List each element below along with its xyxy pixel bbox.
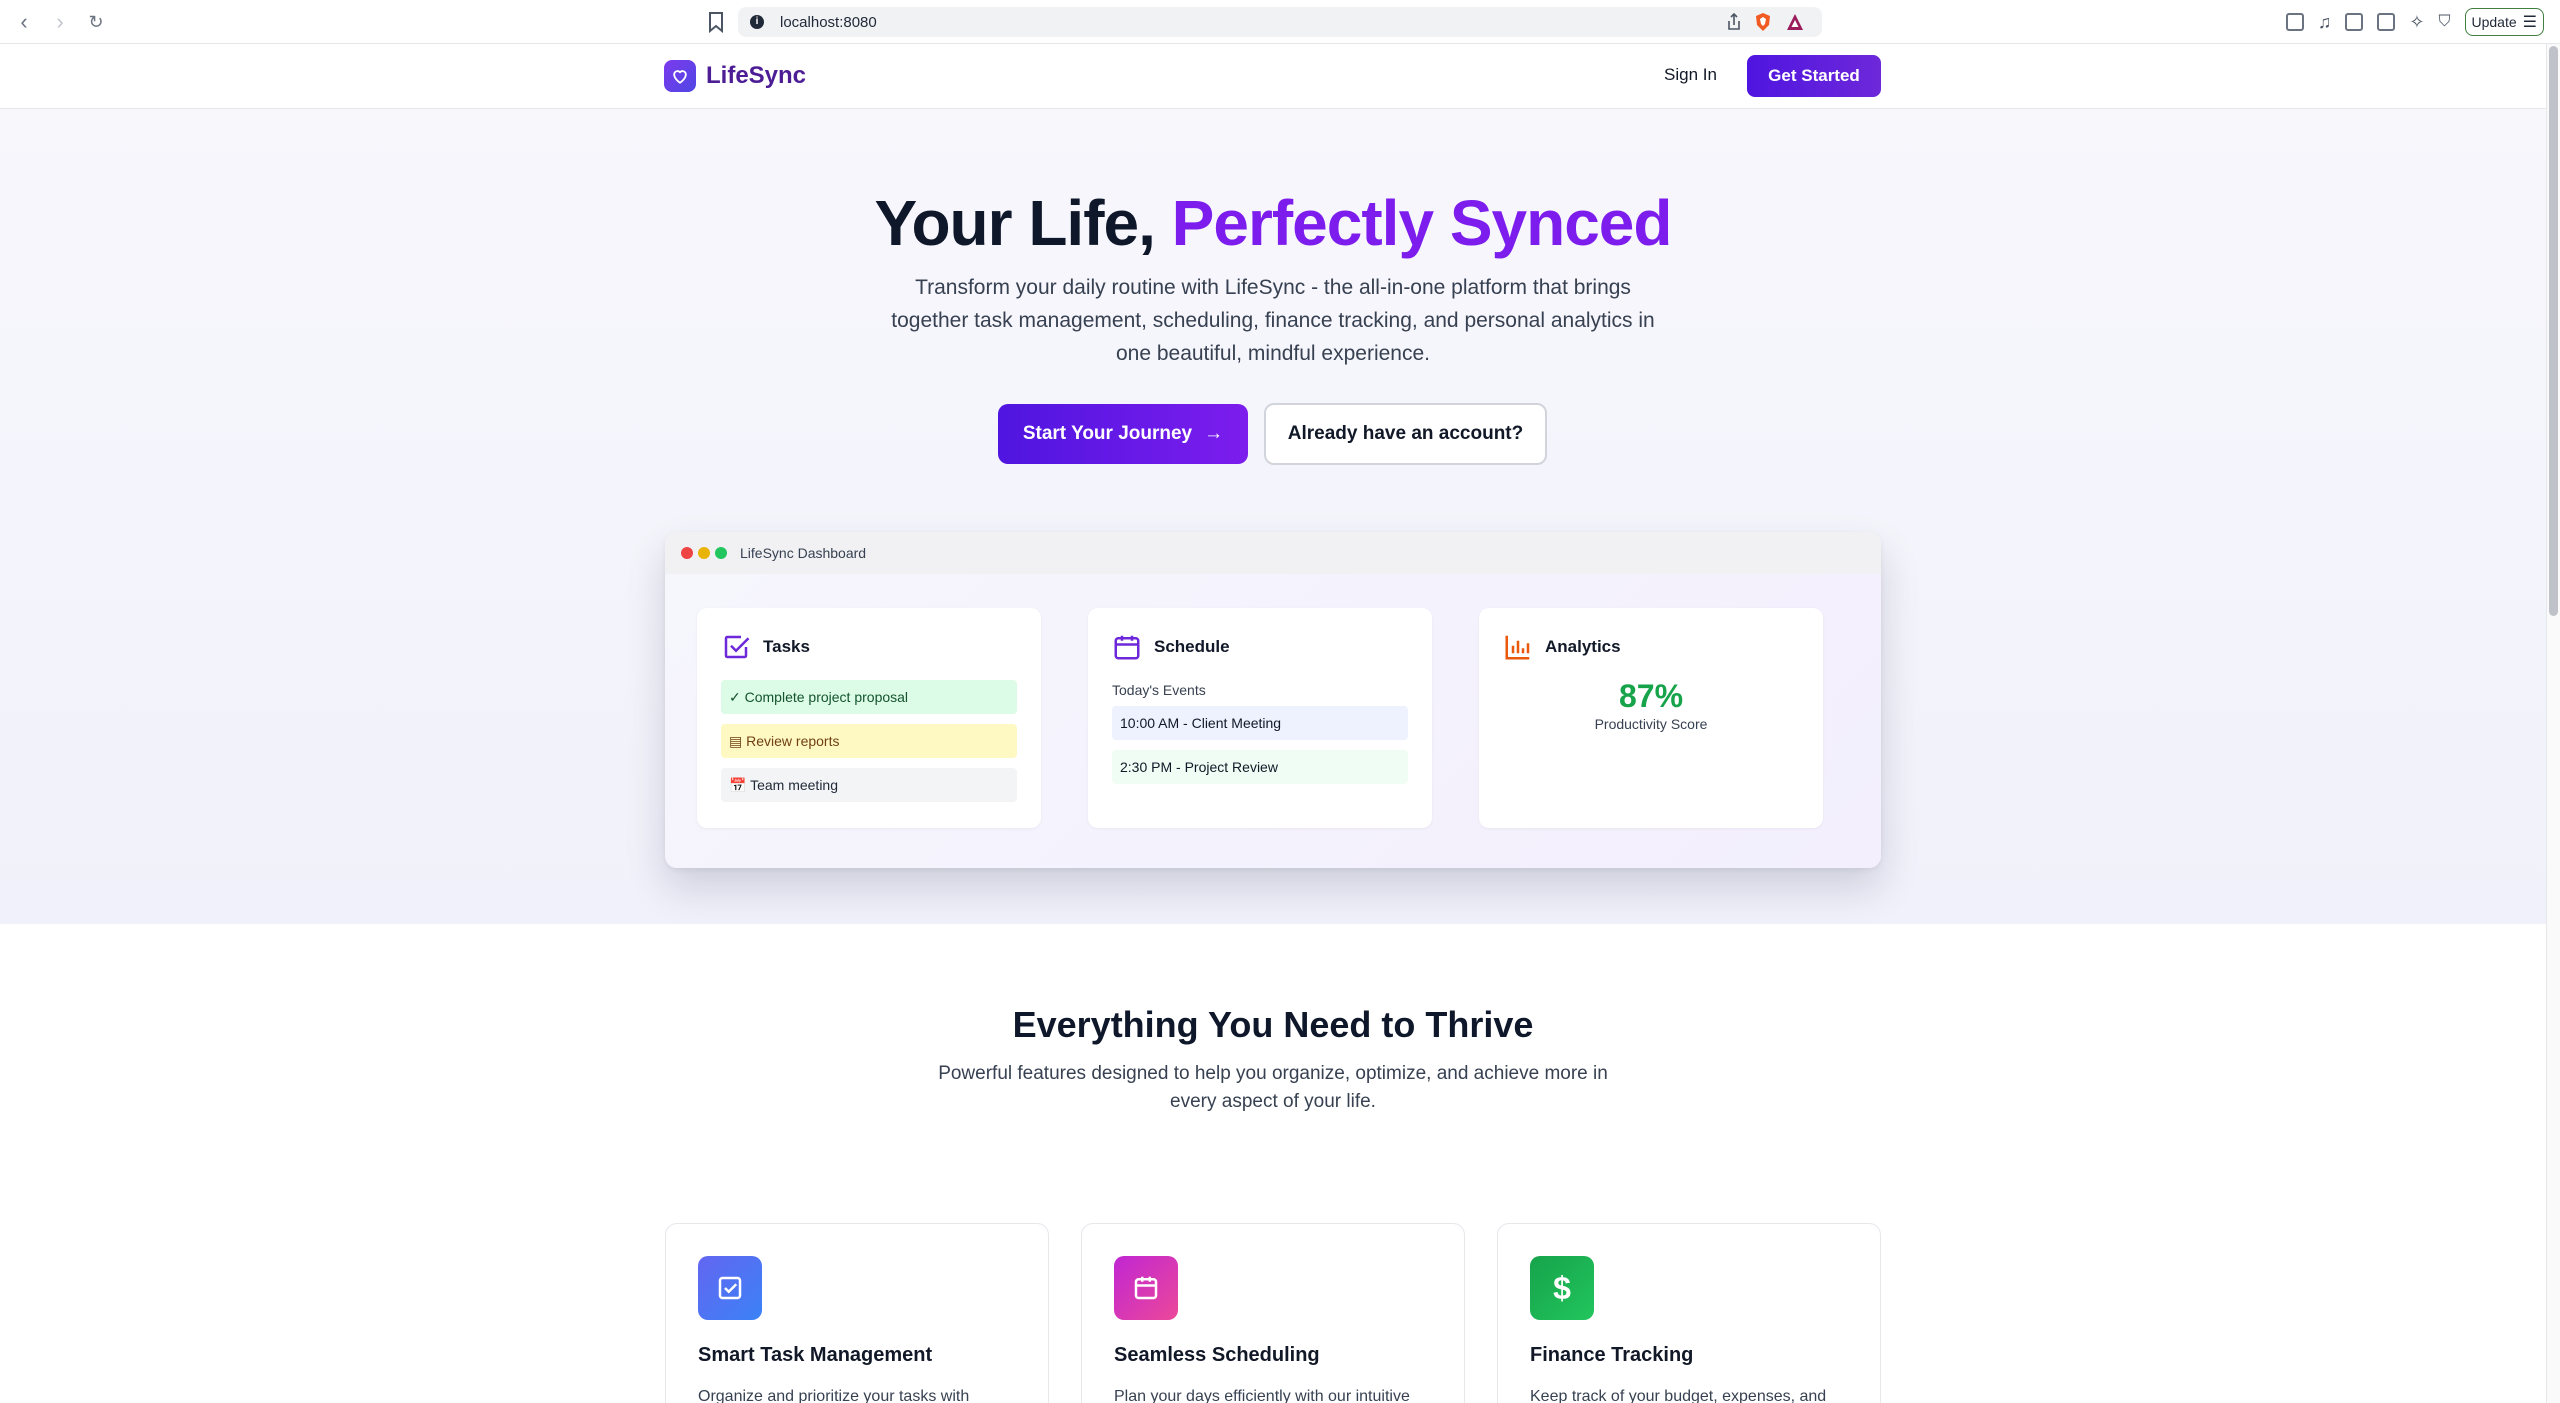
start-journey-button[interactable]: Start Your Journey → xyxy=(998,404,1248,464)
menu-icon: ☰ xyxy=(2522,14,2537,31)
update-label: Update xyxy=(2471,14,2517,30)
task-item[interactable]: ✓ Complete project proposal xyxy=(721,680,1017,714)
rewards-icon[interactable] xyxy=(1786,13,1804,31)
existing-account-button[interactable]: Already have an account? xyxy=(1264,403,1547,465)
productivity-score-label: Productivity Score xyxy=(1594,716,1708,732)
brand-logo[interactable]: LifeSync xyxy=(664,60,806,92)
update-button[interactable]: Update ☰ xyxy=(2464,8,2544,36)
productivity-score: 87% xyxy=(1618,678,1684,714)
forward-icon[interactable]: › xyxy=(50,10,70,33)
reader-mode-icon[interactable] xyxy=(2285,13,2304,31)
dashboard-preview: LifeSync Dashboard Tasks ✓ Complete proj… xyxy=(665,532,1881,868)
brand-name: LifeSync xyxy=(706,62,807,89)
checkbox-icon xyxy=(724,635,750,659)
hero-section: Your Life, Perfectly Synced Transform yo… xyxy=(0,109,2546,924)
features-subheading: Powerful features designed to help you o… xyxy=(938,1063,1608,1112)
tasks-card: Tasks ✓ Complete project proposal ▤ Revi… xyxy=(697,608,1041,828)
tasks-card-title: Tasks xyxy=(763,637,810,656)
site-info-icon[interactable]: i xyxy=(750,15,764,29)
address-bar[interactable]: i localhost:8080 xyxy=(738,7,1822,37)
maximize-dot-icon xyxy=(715,547,727,559)
start-journey-label: Start Your Journey xyxy=(1022,423,1193,444)
sign-in-link[interactable]: Sign In xyxy=(1664,65,1717,85)
sidebar-icon[interactable] xyxy=(2345,13,2364,31)
checkbox-icon xyxy=(698,1256,762,1320)
hero-subtitle: Transform your daily routine with LifeSy… xyxy=(891,276,1655,365)
feature-card-tasks[interactable]: Smart Task Management Organize and prior… xyxy=(665,1223,1049,1403)
hero-title-main: Your Life, xyxy=(874,187,1172,259)
dashboard-titlebar: LifeSync Dashboard xyxy=(665,532,1881,574)
minimize-dot-icon xyxy=(698,547,710,559)
feature-description: Keep track of your budget, expenses, and… xyxy=(1530,1388,1827,1403)
feature-title: Finance Tracking xyxy=(1530,1344,1694,1366)
schedule-card: Schedule Today's Events 10:00 AM - Clien… xyxy=(1088,608,1432,828)
feature-card-finance[interactable]: $ Finance Tracking Keep track of your bu… xyxy=(1497,1223,1881,1403)
heart-icon xyxy=(664,60,696,92)
dashboard-window-title: LifeSync Dashboard xyxy=(740,545,867,561)
bookmark-icon[interactable] xyxy=(706,10,726,34)
event-item[interactable]: 10:00 AM - Client Meeting xyxy=(1112,706,1408,740)
feature-description: Organize and prioritize your tasks with … xyxy=(698,1388,970,1403)
close-dot-icon xyxy=(681,547,693,559)
media-icon[interactable]: ♫ xyxy=(2318,12,2332,33)
vpn-shield-icon[interactable]: ⛉ xyxy=(2438,13,2450,31)
today-events-label: Today's Events xyxy=(1112,682,1206,698)
analytics-card-title: Analytics xyxy=(1545,637,1621,656)
hero-title-accent: Perfectly Synced xyxy=(1171,187,1673,259)
dollar-icon: $ xyxy=(1530,1256,1594,1320)
url-text: localhost:8080 xyxy=(780,13,877,31)
browser-toolbar: ‹ › ↻ i localhost:8080 ♫ ✧ ⛉ Update ☰ xyxy=(0,0,2560,44)
task-item[interactable]: 📅 Team meeting xyxy=(721,768,1017,802)
page-content: LifeSync Sign In Get Started Your Life, … xyxy=(0,44,2546,1403)
feature-title: Seamless Scheduling xyxy=(1114,1344,1320,1366)
calendar-icon xyxy=(1114,635,1140,660)
wallet-icon[interactable] xyxy=(2377,13,2396,31)
event-item[interactable]: 2:30 PM - Project Review xyxy=(1112,750,1408,784)
share-icon[interactable] xyxy=(1726,13,1742,31)
analytics-card: Analytics 87% Productivity Score xyxy=(1479,608,1823,828)
get-started-button[interactable]: Get Started xyxy=(1747,55,1881,97)
feature-card-scheduling[interactable]: Seamless Scheduling Plan your days effic… xyxy=(1081,1223,1465,1403)
site-header: LifeSync Sign In Get Started xyxy=(0,44,2546,109)
scrollbar-thumb[interactable] xyxy=(2549,46,2558,616)
calendar-icon xyxy=(1114,1256,1178,1320)
features-section: Everything You Need to Thrive Powerful f… xyxy=(0,924,2546,1403)
feature-description: Plan your days efficiently with our intu… xyxy=(1114,1388,1410,1403)
back-icon[interactable]: ‹ xyxy=(14,10,34,33)
schedule-card-title: Schedule xyxy=(1154,637,1230,656)
hero-title: Your Life, Perfectly Synced xyxy=(0,186,2546,260)
feature-title: Smart Task Management xyxy=(698,1344,933,1366)
leo-ai-icon[interactable]: ✧ xyxy=(2409,12,2424,33)
reload-icon[interactable]: ↻ xyxy=(86,11,106,33)
bar-chart-icon xyxy=(1505,635,1530,660)
task-item[interactable]: ▤ Review reports xyxy=(721,724,1017,758)
brave-shield-icon[interactable] xyxy=(1754,12,1772,32)
arrow-right-icon: → xyxy=(1204,423,1224,444)
features-heading: Everything You Need to Thrive xyxy=(1012,1004,1534,1045)
